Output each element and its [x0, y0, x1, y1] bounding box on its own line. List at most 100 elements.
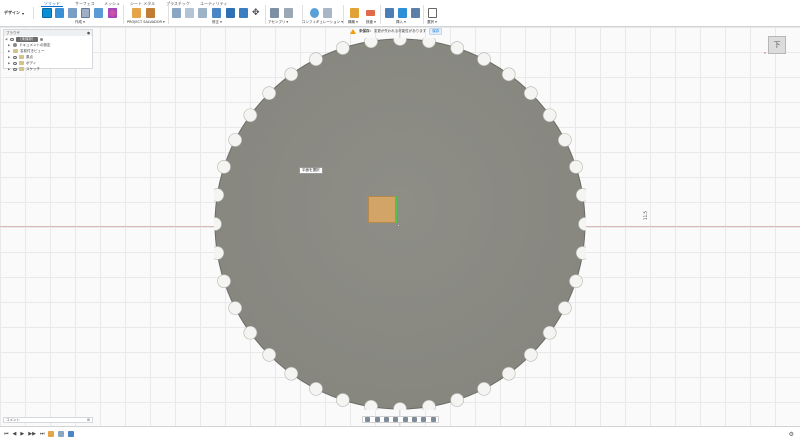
gear-notch — [422, 38, 436, 49]
configuration-table-icon[interactable] — [323, 8, 332, 18]
tab-plastic[interactable]: プラスチック — [166, 1, 190, 7]
toolbar: デザイン ▾ ソリッド サーフェス メッシュ シート メタル プラスチック ユー… — [0, 0, 800, 27]
joint-icon[interactable] — [270, 8, 279, 18]
step-back-icon[interactable]: ◀ — [13, 431, 17, 437]
timeline-feature-extrude[interactable] — [58, 431, 65, 437]
look-at-icon[interactable] — [374, 417, 380, 422]
offset-plane-icon[interactable] — [350, 8, 359, 18]
comments-panel[interactable]: コメント ⊞ — [3, 417, 93, 423]
eye-icon[interactable] — [13, 61, 17, 65]
toolbar-separator — [168, 5, 169, 24]
play-icon[interactable]: ▶ — [20, 431, 24, 437]
record-icon[interactable] — [39, 37, 43, 41]
chamfer-icon[interactable] — [198, 8, 207, 18]
measure-icon[interactable] — [366, 10, 375, 16]
go-to-start-icon[interactable]: ⏮ — [4, 431, 9, 437]
pin-icon[interactable]: ● — [87, 31, 90, 35]
toolbar-separator — [423, 5, 424, 24]
origin-point[interactable] — [397, 224, 400, 227]
browser-item-label: 原点 — [26, 54, 33, 59]
gear-notch — [569, 160, 583, 174]
revolve-icon[interactable] — [81, 8, 90, 18]
shell-icon[interactable] — [212, 8, 221, 18]
root-component-label[interactable]: （未保存） — [16, 36, 38, 42]
group-salvador-label[interactable]: PROJECT SALVADOR ▾ — [127, 20, 165, 24]
salvador-icon[interactable] — [132, 8, 141, 18]
select-icon[interactable] — [428, 8, 437, 18]
browser-panel: ブラウザ ● ◀ （未保存） ▶ ドキュメントの設定 ▶ 名前付きビュー ▶ 原… — [3, 29, 93, 72]
orbit-icon[interactable] — [365, 417, 371, 422]
gear-notch — [477, 52, 491, 66]
group-inspect-label[interactable]: 検査 ▾ — [366, 20, 376, 25]
toolbar-separator — [380, 5, 381, 24]
tab-mesh[interactable]: メッシュ — [104, 1, 120, 7]
group-insert-label[interactable]: 挿入 ▾ — [396, 20, 406, 25]
insert-derive-icon[interactable] — [385, 8, 394, 18]
origin-plane[interactable] — [368, 196, 396, 223]
tab-utility[interactable]: ユーティリティ — [200, 1, 228, 7]
step-forward-icon[interactable]: ▶▶ — [28, 431, 36, 437]
zoom-icon[interactable] — [393, 417, 399, 422]
timeline-feature-pattern[interactable] — [68, 431, 75, 437]
eye-icon[interactable] — [10, 37, 14, 41]
save-button[interactable]: 保存 — [429, 28, 443, 35]
expand-icon[interactable]: ▶ — [8, 49, 11, 53]
timeline-settings-icon[interactable]: ⚙ — [789, 431, 794, 438]
tab-surface[interactable]: サーフェス — [75, 1, 95, 7]
expand-icon[interactable]: ▶ — [8, 67, 11, 71]
browser-item-sketches[interactable]: ▶ スケッチ — [4, 66, 92, 72]
group-select-label[interactable]: 選択 ▾ — [427, 20, 437, 25]
salvador-tool-icon[interactable] — [146, 8, 155, 18]
gear-notch — [364, 38, 378, 49]
insert-mesh-icon[interactable] — [398, 8, 407, 18]
folder-icon — [19, 67, 24, 71]
create-sketch-icon[interactable] — [55, 8, 64, 18]
expand-icon[interactable]: ◀ — [5, 37, 8, 41]
scale-icon[interactable] — [239, 8, 248, 18]
form-icon[interactable] — [108, 8, 117, 18]
gear-notch — [217, 274, 231, 288]
group-modify-label[interactable]: 修正 ▾ — [212, 20, 222, 25]
gear-notch — [217, 160, 231, 174]
dimension-label[interactable]: 11.5 — [643, 211, 648, 220]
sweep-icon[interactable] — [94, 8, 103, 18]
fillet-icon[interactable] — [185, 8, 194, 18]
new-component-icon[interactable] — [42, 8, 52, 18]
viewports-icon[interactable] — [430, 417, 436, 422]
gear-body[interactable] — [214, 38, 586, 410]
expand-icon[interactable]: ▶ — [8, 55, 11, 59]
eye-icon[interactable] — [13, 67, 17, 71]
go-to-end-icon[interactable]: ⏭ — [40, 431, 45, 437]
move-icon[interactable]: ✥ — [252, 8, 261, 18]
fit-icon[interactable] — [402, 417, 408, 422]
viewcube[interactable]: 下 — [768, 36, 786, 54]
gear-notch — [364, 399, 378, 410]
browser-item-label: 名前付きビュー — [20, 48, 45, 53]
add-comment-icon[interactable]: ⊞ — [87, 418, 90, 422]
grid-settings-icon[interactable] — [421, 417, 427, 422]
eye-icon[interactable] — [13, 55, 17, 59]
group-assemble-label[interactable]: アセンブリ ▾ — [268, 20, 288, 25]
expand-icon[interactable]: ▶ — [8, 43, 11, 47]
browser-title: ブラウザ — [6, 30, 20, 35]
gear-notch — [558, 133, 572, 147]
expand-icon[interactable]: ▶ — [8, 61, 11, 65]
pan-icon[interactable] — [383, 417, 389, 422]
timeline-feature-sketch[interactable] — [48, 431, 55, 437]
combine-icon[interactable] — [226, 8, 235, 18]
configure-icon[interactable] — [310, 8, 319, 18]
insert-svg-icon[interactable] — [411, 8, 420, 18]
display-settings-icon[interactable] — [412, 417, 418, 422]
gear-notch — [284, 366, 299, 381]
as-built-joint-icon[interactable] — [284, 8, 293, 18]
tab-sheet-metal[interactable]: シート メタル — [130, 1, 155, 7]
extrude-icon[interactable] — [68, 8, 77, 18]
group-create-label[interactable]: 作成 ▾ — [75, 20, 85, 25]
design-canvas[interactable]: 平面を選択 11.5 — [0, 27, 800, 426]
press-pull-icon[interactable] — [172, 8, 181, 18]
workspace-switcher[interactable]: デザイン ▾ — [4, 7, 34, 19]
group-configuration-label[interactable]: コンフィギュレーション ▾ — [302, 20, 343, 25]
group-construct-label[interactable]: 構築 ▾ — [348, 20, 358, 25]
unsaved-notice: 未保存: 変更が失われる可能性があります 保存 — [350, 28, 443, 35]
gear-notch — [262, 86, 276, 100]
